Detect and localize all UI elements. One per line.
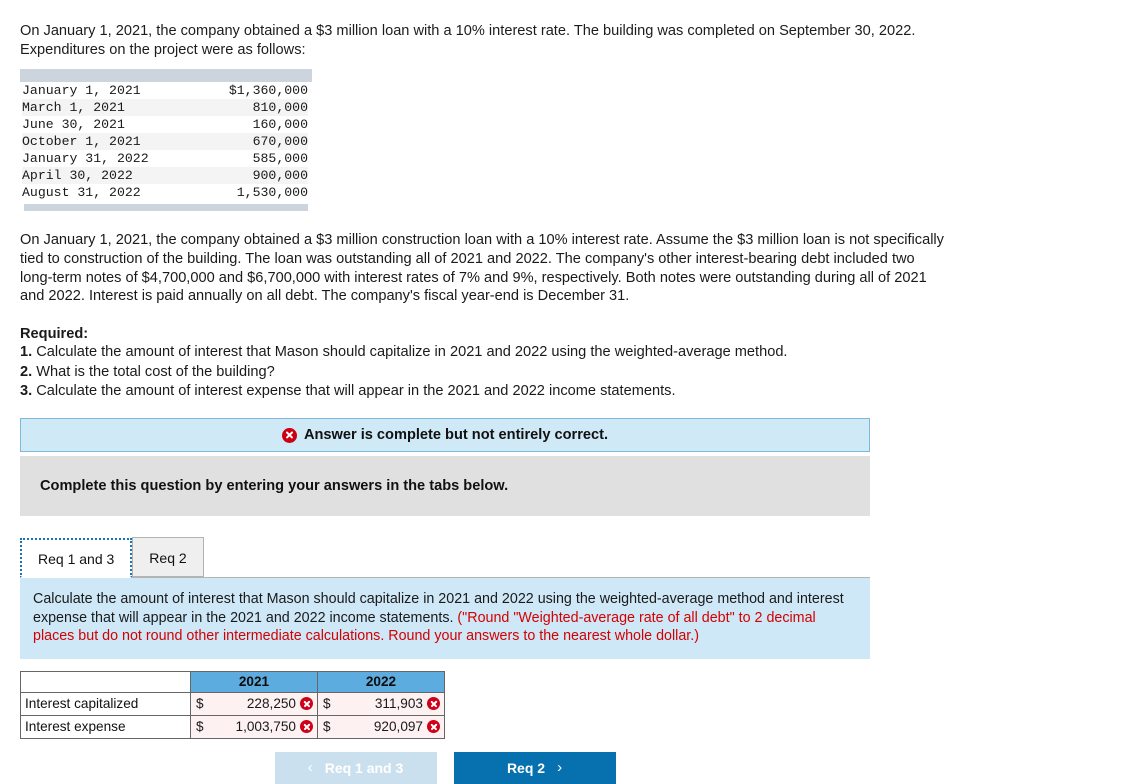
intro-paragraph: On January 1, 2021, the company obtained… bbox=[20, 23, 916, 58]
cell-value: 311,903 bbox=[374, 696, 423, 712]
requirement-text: Calculate the amount of interest that Ma… bbox=[36, 344, 788, 361]
expenditure-date: June 30, 2021 bbox=[22, 117, 125, 133]
table-row: October 1, 2021 670,000 bbox=[22, 133, 308, 151]
row-label-interest-expense: Interest expense bbox=[20, 714, 191, 739]
question-instruction-panel: Calculate the amount of interest that Ma… bbox=[20, 578, 870, 659]
answer-table-corner bbox=[20, 670, 191, 693]
requirement-number: 1. bbox=[20, 344, 33, 361]
expenditures-table: January 1, 2021 $1,360,000 March 1, 2021… bbox=[22, 82, 308, 201]
expenditure-amount: 160,000 bbox=[252, 117, 308, 133]
chevron-left-icon: ‹ bbox=[307, 759, 313, 777]
requirement-item: 1. Calculate the amount of interest that… bbox=[20, 343, 1146, 362]
prev-req-label: Req 1 and 3 bbox=[324, 759, 404, 776]
table-row: January 1, 2021 $1,360,000 bbox=[22, 82, 308, 99]
table-row: August 31, 2022 1,530,000 bbox=[22, 184, 308, 201]
requirement-number: 3. bbox=[20, 383, 33, 400]
expenditure-date: March 1, 2021 bbox=[22, 100, 125, 116]
tab-label: Req 2 bbox=[149, 549, 187, 566]
currency-symbol: $ bbox=[323, 719, 331, 735]
next-req-button[interactable]: Req 2 › bbox=[453, 751, 616, 784]
expenditure-amount: 1,530,000 bbox=[236, 185, 308, 201]
next-req-label: Req 2 bbox=[506, 759, 546, 776]
required-title: Required: bbox=[20, 326, 89, 343]
expenditure-amount: 810,000 bbox=[252, 100, 308, 116]
question-page: On January 1, 2021, the company obtained… bbox=[0, 0, 1146, 784]
expenditures-table-body: January 1, 2021 $1,360,000 March 1, 2021… bbox=[22, 82, 308, 201]
expenditure-date: August 31, 2022 bbox=[22, 185, 141, 201]
currency-symbol: $ bbox=[196, 696, 204, 712]
currency-symbol: $ bbox=[323, 696, 331, 712]
requirement-item: 3. Calculate the amount of interest expe… bbox=[20, 382, 1146, 401]
cell-value: 920,097 bbox=[373, 719, 423, 735]
prev-req-button[interactable]: ‹ Req 1 and 3 bbox=[274, 751, 437, 784]
table-row: Interest capitalized $ 228,250 $ 311,903 bbox=[20, 691, 445, 716]
tab-strip: Req 1 and 3 Req 2 bbox=[20, 537, 870, 579]
table-row: April 30, 2022 900,000 bbox=[22, 167, 308, 185]
column-header-2021: 2021 bbox=[190, 670, 318, 693]
requirement-item: 2. What is the total cost of the buildin… bbox=[20, 363, 1146, 382]
cell-value: 1,003,750 bbox=[235, 719, 296, 735]
tab-label: Req 1 and 3 bbox=[38, 550, 115, 567]
expenditures-table-header-bar bbox=[20, 69, 312, 83]
tab-req-2[interactable]: Req 2 bbox=[132, 537, 204, 578]
answer-table-wrap: 2021 2022 Interest capitalized $ 228,250 bbox=[20, 670, 1146, 739]
status-banner-text: Answer is complete but not entirely corr… bbox=[303, 427, 609, 444]
cell-interest-capitalized-2021[interactable]: $ 228,250 bbox=[190, 691, 318, 716]
incorrect-x-icon bbox=[427, 720, 440, 734]
requirement-text: What is the total cost of the building? bbox=[36, 363, 275, 380]
instructions-panel: Complete this question by entering your … bbox=[20, 456, 870, 517]
chevron-right-icon: › bbox=[557, 759, 563, 777]
table-row: January 31, 2022 585,000 bbox=[22, 150, 308, 167]
answer-table-body: Interest capitalized $ 228,250 $ 311,903 bbox=[20, 691, 445, 739]
cell-value: 228,250 bbox=[246, 696, 296, 712]
tab-navigation: ‹ Req 1 and 3 Req 2 › bbox=[20, 751, 870, 784]
expenditure-date: January 1, 2021 bbox=[22, 83, 141, 99]
cell-interest-capitalized-2022[interactable]: $ 311,903 bbox=[317, 691, 445, 716]
expenditures-table-wrap: January 1, 2021 $1,360,000 March 1, 2021… bbox=[20, 69, 312, 212]
column-header-2022: 2022 bbox=[317, 670, 445, 693]
table-row: June 30, 2021 160,000 bbox=[22, 116, 308, 133]
cell-interest-expense-2022[interactable]: $ 920,097 bbox=[317, 714, 445, 739]
answer-table-head: 2021 2022 bbox=[20, 670, 445, 693]
expenditures-table-footer-bar bbox=[24, 204, 308, 212]
incorrect-x-icon bbox=[300, 720, 313, 734]
currency-symbol: $ bbox=[196, 719, 204, 735]
row-label-interest-capitalized: Interest capitalized bbox=[20, 691, 191, 716]
table-row: March 1, 2021 810,000 bbox=[22, 99, 308, 117]
expenditure-date: October 1, 2021 bbox=[22, 134, 141, 150]
table-row: Interest expense $ 1,003,750 $ 920,097 bbox=[20, 714, 445, 739]
expenditure-amount: $1,360,000 bbox=[228, 83, 308, 99]
expenditure-amount: 670,000 bbox=[252, 134, 308, 150]
table-header-row: 2021 2022 bbox=[20, 670, 445, 693]
error-x-icon bbox=[281, 427, 297, 443]
expenditure-amount: 585,000 bbox=[252, 151, 308, 167]
expenditure-date: April 30, 2022 bbox=[22, 168, 133, 184]
incorrect-x-icon bbox=[300, 697, 313, 711]
answer-table: 2021 2022 Interest capitalized $ 228,250 bbox=[20, 670, 445, 739]
cell-interest-expense-2021[interactable]: $ 1,003,750 bbox=[190, 714, 318, 739]
status-banner: Answer is complete but not entirely corr… bbox=[20, 418, 870, 453]
requirement-number: 2. bbox=[20, 363, 33, 380]
expenditure-amount: 900,000 bbox=[252, 168, 308, 184]
required-section: Required: 1. Calculate the amount of int… bbox=[20, 326, 1146, 401]
expenditure-date: January 31, 2022 bbox=[22, 151, 149, 167]
requirement-text: Calculate the amount of interest expense… bbox=[36, 383, 676, 400]
scenario-paragraph: On January 1, 2021, the company obtained… bbox=[20, 232, 944, 305]
instructions-panel-text: Complete this question by entering your … bbox=[40, 478, 509, 495]
incorrect-x-icon bbox=[427, 697, 440, 711]
tab-req-1-and-3[interactable]: Req 1 and 3 bbox=[20, 538, 133, 579]
